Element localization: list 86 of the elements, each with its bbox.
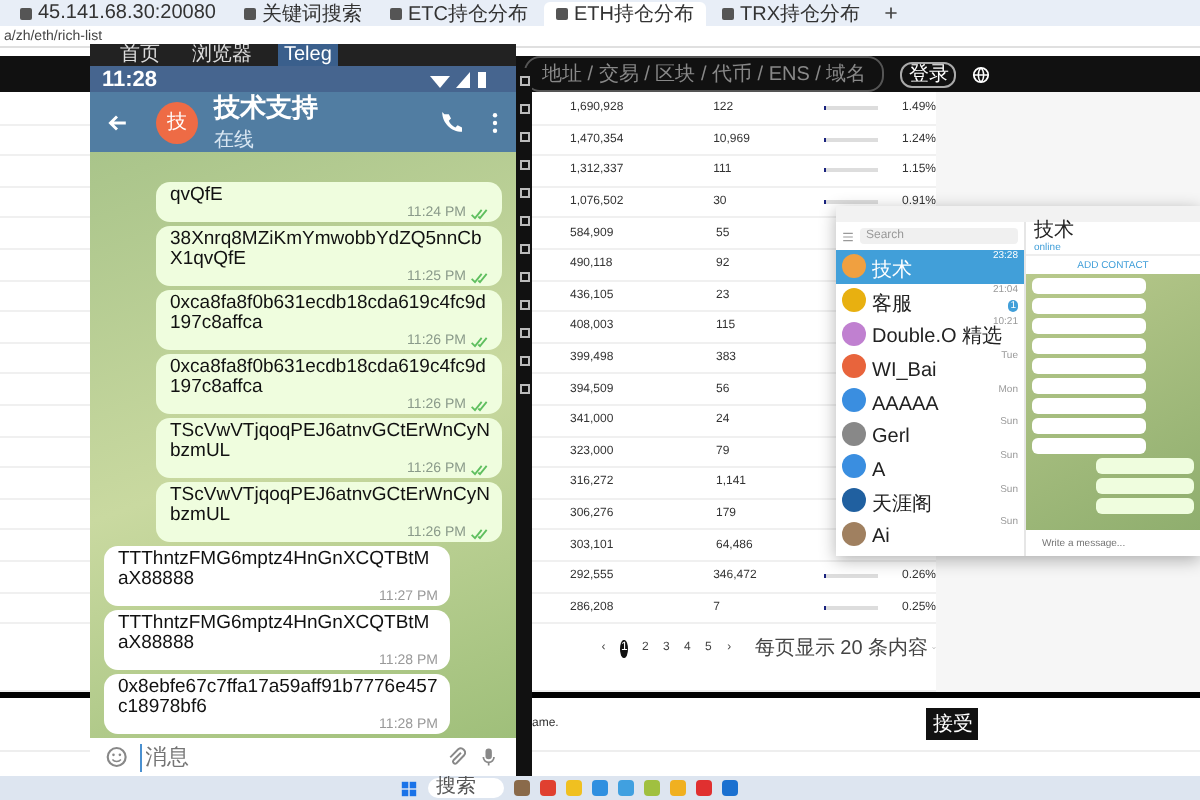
read-ticks-icon — [470, 463, 490, 475]
chat-name: A — [872, 461, 888, 482]
emulator-tab[interactable]: 首页 — [114, 44, 166, 66]
read-ticks-icon — [470, 527, 490, 539]
chat-title: 技术 — [1034, 222, 1076, 242]
emoji-icon[interactable] — [106, 746, 128, 768]
toolbar-icon[interactable] — [519, 244, 529, 254]
microphone-icon[interactable] — [478, 746, 501, 768]
message-text: TScVwVTjqoqPEJ6atnvGCtErWnCyNbzmUL — [170, 486, 490, 526]
share-bar — [823, 168, 878, 173]
paperclip-icon[interactable] — [445, 746, 467, 768]
message-bubble — [1032, 278, 1146, 294]
new-tab-icon[interactable] — [883, 6, 898, 20]
message-bubble — [1096, 498, 1194, 514]
accept-button[interactable]: 接受 — [926, 708, 979, 740]
site-icon — [20, 7, 32, 19]
share-bar — [823, 200, 878, 205]
more-icon[interactable] — [490, 111, 500, 133]
message-bubble — [1032, 358, 1146, 374]
browser-tab[interactable]: ETH持仓分布 — [543, 1, 706, 25]
toolbar-icon[interactable] — [519, 132, 529, 142]
read-ticks-icon — [470, 335, 490, 347]
chat-name: 天涯阁 — [872, 495, 934, 516]
site-icon — [555, 7, 568, 19]
chat-name: AAAAA — [872, 395, 941, 416]
message-text: 0xca8fa8f0b631ecdb18cda619c4fc9d197c8affca — [170, 358, 488, 398]
message-bubble — [1032, 298, 1146, 314]
site-icon — [721, 7, 734, 19]
message-bubble — [1032, 378, 1146, 394]
message-bubble — [1032, 338, 1146, 354]
emulator-tab[interactable]: Teleg — [278, 44, 338, 66]
message-text: 0x8ebfe67c7ffa17a59aff91b7776e457c18978bf6 — [118, 678, 438, 718]
browser-tab[interactable]: 关键词搜索 — [231, 1, 374, 25]
chat-name: WI_Bai — [872, 361, 939, 382]
taskbar-search-field[interactable]: 搜索 — [428, 778, 504, 798]
read-ticks-icon — [470, 271, 490, 283]
toolbar-icon[interactable] — [519, 76, 529, 86]
toolbar-icon[interactable] — [519, 356, 529, 366]
message-bubble — [1032, 318, 1146, 334]
message-text: TTThntzFMG6mptz4HnGnXCQTBtMaX88888 — [118, 614, 432, 654]
chat-name: Double.O 精选 — [872, 328, 1005, 349]
share-bar — [823, 605, 878, 610]
windows-icon[interactable] — [400, 779, 418, 797]
toolbar-icon[interactable] — [519, 188, 529, 198]
chat-status: 在线 — [214, 127, 256, 154]
message-bubble — [1096, 458, 1194, 474]
phone-call-icon[interactable] — [440, 111, 462, 133]
toolbar-icon[interactable] — [519, 272, 529, 282]
page-size-select[interactable]: 每页显示 20 条内容 — [754, 634, 929, 663]
globe-icon[interactable] — [972, 65, 991, 83]
chat-name: 技术 — [872, 261, 914, 282]
share-bar — [823, 137, 878, 142]
toolbar-icon[interactable] — [519, 300, 529, 310]
chat-name: 客服 — [872, 295, 914, 316]
message-bubble — [1032, 418, 1146, 434]
site-icon — [243, 7, 256, 19]
login-button[interactable]: 登录 — [900, 61, 957, 87]
toolbar-icon[interactable] — [519, 384, 529, 394]
read-ticks-icon — [470, 207, 490, 219]
message-bubble — [1032, 438, 1146, 454]
message-text: 38Xnrq8MZiKmYmwobbYdZQ5nnCbX1qvQfE — [170, 230, 484, 270]
site-icon — [389, 7, 402, 19]
message-text: qvQfE — [170, 186, 225, 206]
emulator-tab[interactable]: 浏览器 — [186, 44, 258, 66]
toolbar-icon[interactable] — [519, 160, 529, 170]
toolbar-icon[interactable] — [519, 104, 529, 114]
message-bubble — [1032, 398, 1146, 414]
read-ticks-icon — [470, 399, 490, 411]
message-text: TTThntzFMG6mptz4HnGnXCQTBtMaX88888 — [118, 550, 432, 590]
message-bubble — [1096, 478, 1194, 494]
chat-title: 技术支持 — [214, 90, 320, 126]
chat-name: Gerl — [872, 428, 912, 449]
browser-tab[interactable]: ETC持仓分布 — [377, 1, 540, 25]
menu-icon[interactable] — [842, 231, 854, 241]
chat-name: Ai — [872, 528, 892, 549]
toolbar-icon[interactable] — [519, 328, 529, 338]
browser-tab[interactable]: TRX持仓分布 — [709, 1, 872, 25]
back-arrow-icon[interactable] — [106, 111, 128, 133]
status-time: 11:28 — [102, 67, 158, 91]
message-text: 0xca8fa8f0b631ecdb18cda619c4fc9d197c8affca — [170, 294, 488, 334]
share-bar — [823, 106, 878, 111]
toolbar-icon[interactable] — [519, 216, 529, 226]
message-input[interactable]: 消息 — [139, 743, 434, 771]
contact-avatar: 技 — [156, 101, 198, 143]
browser-tab[interactable]: 45.141.68.30:20080 — [8, 1, 228, 25]
message-text: TScVwVTjqoqPEJ6atnvGCtErWnCyNbzmUL — [170, 422, 490, 462]
